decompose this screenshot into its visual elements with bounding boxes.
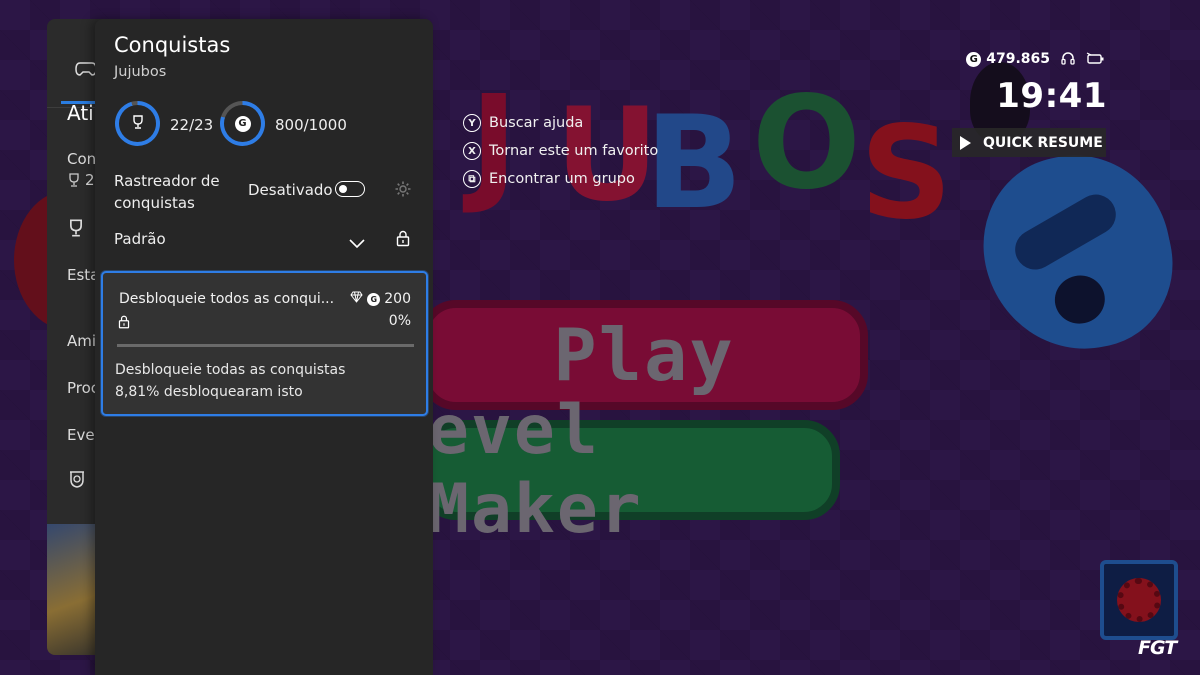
page-title: Conquistas (114, 33, 231, 57)
hint-favorite[interactable]: X Tornar este um favorito (463, 137, 658, 165)
achievements-panel: Conquistas Jujubos 22/23 G 800/1000 Rast… (95, 19, 433, 675)
guide-item-activity[interactable]: Ati (67, 101, 94, 125)
button-hints: Y Buscar ajuda X Tornar este um favorito… (463, 109, 658, 193)
quick-resume-badge: QUICK RESUME (952, 128, 1106, 157)
hint-find-help[interactable]: Y Buscar ajuda (463, 109, 658, 137)
gamerscore-icon: G (966, 51, 982, 67)
achievements-progress-ring (115, 101, 160, 146)
clubs-icon[interactable] (67, 469, 87, 493)
clock: 19:41 (996, 76, 1107, 116)
gear-icon[interactable] (394, 180, 412, 202)
y-button-icon: Y (463, 114, 481, 132)
gamerscore-progress-ring: G (220, 101, 265, 146)
lock-icon[interactable] (396, 230, 410, 251)
achievement-rarity: 8,81% desbloquearam isto (115, 384, 303, 400)
gamerscore-value: 479.865 (986, 51, 1050, 67)
rare-diamond-icon (350, 291, 363, 307)
headset-icon (1060, 51, 1076, 67)
tracker-state: Desativado (248, 181, 333, 199)
game-name: Jujubos (114, 64, 167, 80)
lock-icon (118, 314, 130, 333)
quick-resume-label: QUICK RESUME (983, 134, 1103, 151)
achievement-progress-bar (117, 344, 414, 347)
gamerscore-display: G 479.865 (966, 51, 1050, 67)
trophy-icon (131, 114, 145, 133)
trophy-icon (67, 172, 81, 191)
tracker-label: Rastreador de conquistas (114, 172, 220, 212)
guide-item-achievements[interactable]: Con (67, 150, 96, 168)
guide-item-friends[interactable]: Ami (67, 332, 96, 350)
play-icon (960, 135, 971, 150)
achievement-gamerscore: G 200 (350, 291, 411, 307)
hint-find-group[interactable]: ⧉ Encontrar um grupo (463, 165, 658, 193)
gamerscore-icon: G (234, 115, 251, 132)
chevron-down-icon[interactable] (349, 234, 365, 253)
achievement-card[interactable]: Desbloqueie todos as conqui... G 200 0% … (101, 271, 428, 416)
hint-label: Tornar este um favorito (489, 143, 659, 159)
hint-label: Buscar ajuda (489, 115, 584, 131)
watermark-logo: FGT (1138, 637, 1177, 659)
achievements-count: 22/23 (170, 116, 214, 134)
achievement-gamerscore-value: 200 (384, 291, 411, 307)
gamerscore-count: 800/1000 (275, 116, 347, 134)
hint-label: Encontrar um grupo (489, 171, 635, 187)
trophy-icon[interactable] (67, 219, 85, 241)
tracker-toggle[interactable] (335, 181, 365, 197)
x-button-icon: X (463, 142, 481, 160)
achievement-name: Desbloqueie todos as conqui... (119, 291, 335, 307)
achievement-description: Desbloqueie todas as conquistas (115, 362, 346, 378)
controller-icon[interactable] (75, 61, 97, 81)
status-bar: G 479.865 (966, 51, 1104, 67)
view-button-icon: ⧉ (463, 170, 481, 188)
guide-item-achievements-count: 2 (85, 171, 95, 189)
battery-icon (1086, 52, 1104, 66)
achievement-progress-text: 0% (388, 313, 411, 329)
filter-dropdown-label[interactable]: Padrão (114, 230, 166, 248)
gamerscore-icon: G (367, 292, 381, 306)
